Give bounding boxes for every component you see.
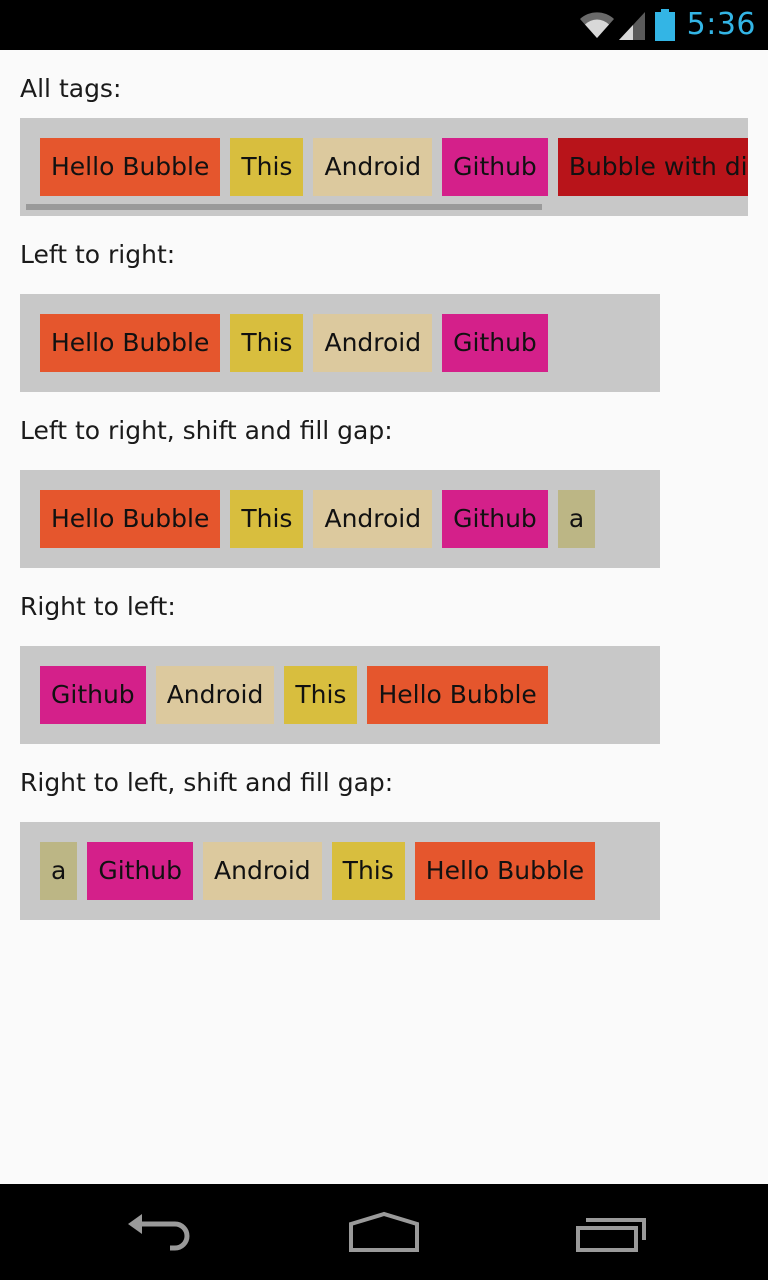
tag-bubble[interactable]: Github bbox=[442, 138, 548, 196]
status-bar: 5:36 bbox=[0, 0, 768, 50]
tag-bubble[interactable]: a bbox=[557, 490, 596, 548]
tag-bubble[interactable]: Android bbox=[313, 314, 433, 372]
back-icon[interactable] bbox=[120, 1202, 200, 1262]
clock: 5:36 bbox=[686, 7, 756, 42]
tag-container-all-tags[interactable]: Hello Bubble This Android Github Bubble … bbox=[20, 118, 748, 216]
tag-bubble[interactable]: Bubble with different color bbox=[557, 138, 748, 196]
navigation-bar bbox=[0, 1184, 768, 1280]
tag-bubble[interactable]: This bbox=[230, 490, 304, 548]
tag-container-right-to-left-fill: a Github Android This Hello Bubble bbox=[20, 822, 660, 920]
tag-bubble[interactable]: Android bbox=[313, 138, 433, 196]
tag-container-right-to-left: Github Android This Hello Bubble bbox=[20, 646, 660, 744]
tag-bubble[interactable]: Hello Bubble bbox=[40, 490, 221, 548]
tag-bubble[interactable]: Hello Bubble bbox=[40, 138, 221, 196]
tag-bubble[interactable]: This bbox=[230, 314, 304, 372]
tag-bubble[interactable]: This bbox=[230, 138, 304, 196]
tag-row: Hello Bubble This Android Github a bbox=[40, 490, 596, 548]
tag-row: Hello Bubble This Android Github Bubble … bbox=[40, 138, 748, 196]
home-icon[interactable] bbox=[344, 1202, 424, 1262]
horizontal-scrollbar[interactable] bbox=[26, 204, 542, 210]
section-label-all-tags: All tags: bbox=[20, 74, 122, 103]
tag-container-left-to-right: Hello Bubble This Android Github bbox=[20, 294, 660, 392]
tag-bubble[interactable]: Github bbox=[40, 666, 146, 724]
tag-container-left-to-right-fill: Hello Bubble This Android Github a bbox=[20, 470, 660, 568]
recent-apps-icon[interactable] bbox=[572, 1202, 652, 1262]
cell-signal-icon bbox=[618, 12, 645, 40]
tag-bubble[interactable]: a bbox=[40, 842, 78, 900]
tag-bubble[interactable]: Android bbox=[313, 490, 433, 548]
tag-row: Hello Bubble This Android Github bbox=[40, 314, 548, 372]
tag-bubble[interactable]: This bbox=[284, 666, 358, 724]
tag-bubble[interactable]: Github bbox=[442, 314, 548, 372]
tag-bubble[interactable]: Github bbox=[87, 842, 194, 900]
tag-bubble[interactable]: Hello Bubble bbox=[367, 666, 548, 724]
tag-bubble[interactable]: Hello Bubble bbox=[414, 842, 596, 900]
section-label-left-to-right: Left to right: bbox=[20, 240, 176, 269]
tag-bubble[interactable]: Github bbox=[442, 490, 548, 548]
tag-row: Github Android This Hello Bubble bbox=[40, 666, 548, 724]
tag-row: a Github Android This Hello Bubble bbox=[40, 842, 596, 900]
section-label-left-to-right-fill: Left to right, shift and fill gap: bbox=[20, 416, 393, 445]
tag-bubble[interactable]: Android bbox=[203, 842, 322, 900]
tag-bubble[interactable]: This bbox=[331, 842, 405, 900]
tag-bubble[interactable]: Hello Bubble bbox=[40, 314, 221, 372]
section-label-right-to-left-fill: Right to left, shift and fill gap: bbox=[20, 768, 394, 797]
wifi-icon bbox=[579, 12, 614, 38]
section-label-right-to-left: Right to left: bbox=[20, 592, 176, 621]
battery-icon bbox=[654, 9, 675, 41]
status-icons: 5:36 bbox=[579, 0, 756, 50]
tag-bubble[interactable]: Android bbox=[155, 666, 275, 724]
